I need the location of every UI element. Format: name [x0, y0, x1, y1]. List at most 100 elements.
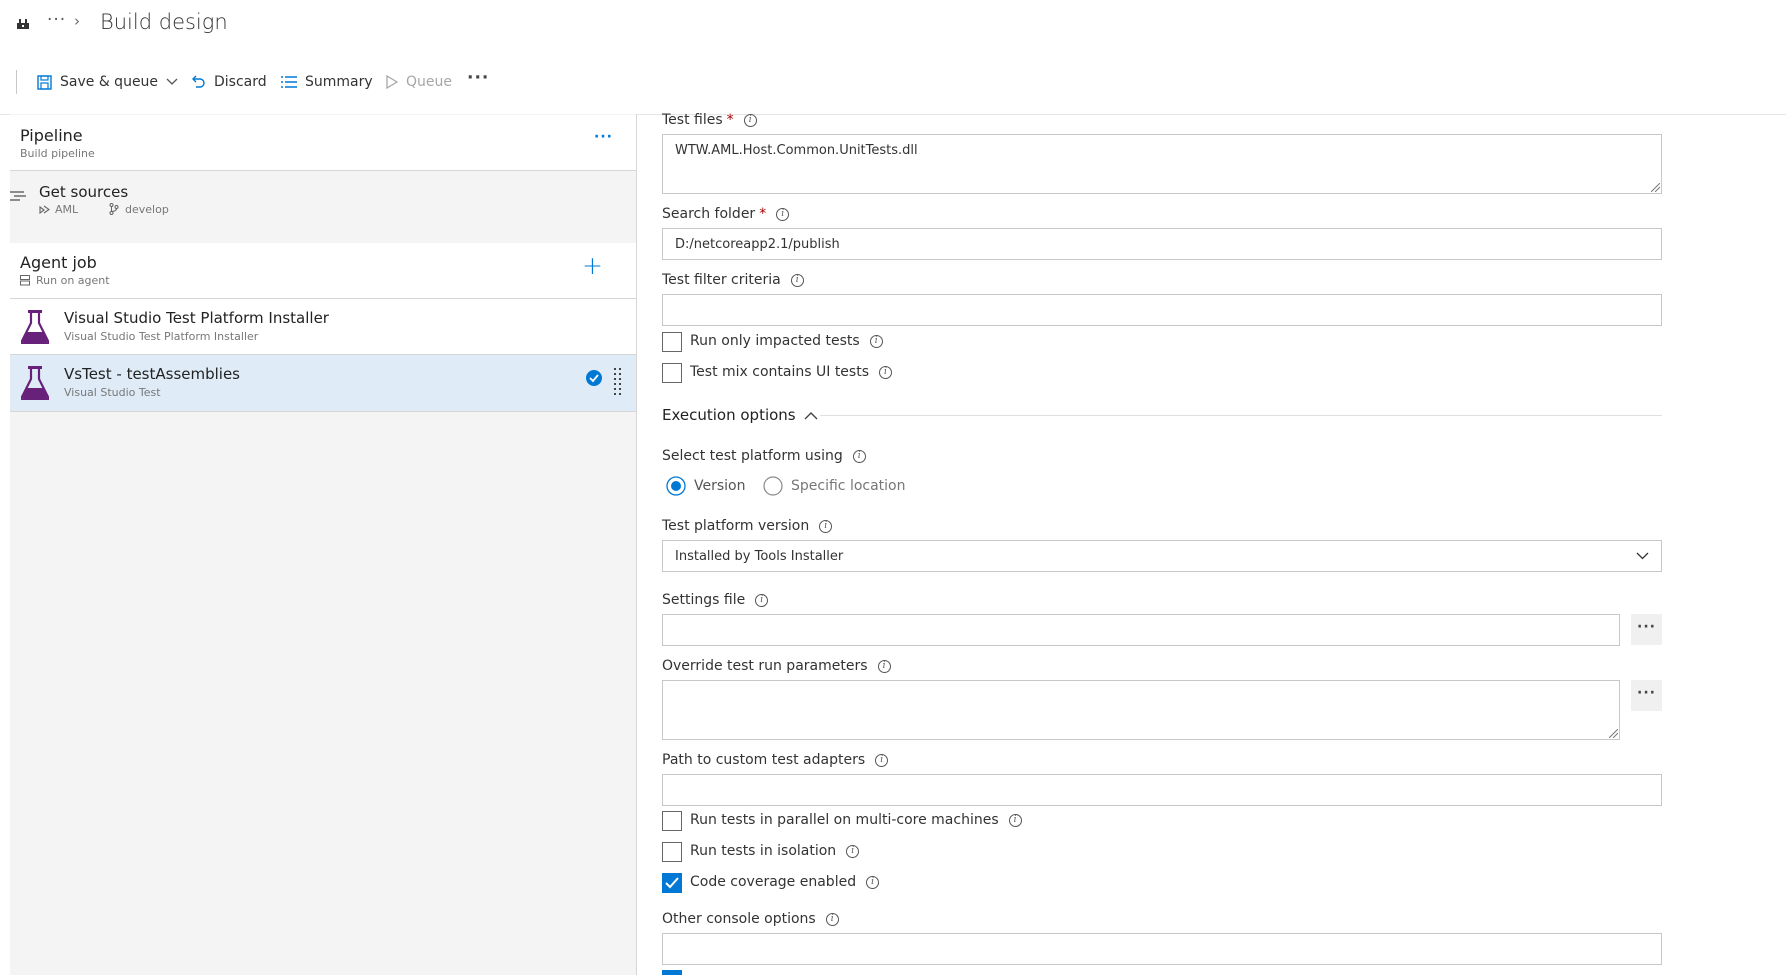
info-icon[interactable]: i [877, 659, 891, 673]
info-icon[interactable]: i [825, 912, 839, 926]
repo-icon [39, 205, 50, 215]
radio-specific-location[interactable]: Specific location [763, 476, 906, 496]
save-queue-label: Save & queue [60, 74, 159, 90]
required-mark: * [759, 206, 767, 222]
agent-job-title: Agent job [20, 253, 97, 272]
get-sources-title: Get sources [39, 183, 129, 201]
required-mark: * [726, 112, 734, 128]
run-impacted-checkbox[interactable] [662, 332, 682, 352]
console-options-input[interactable] [662, 933, 1662, 965]
save-icon [37, 74, 52, 90]
search-folder-input[interactable]: D:/netcoreapp2.1/publish [662, 228, 1662, 260]
list-icon [281, 76, 297, 88]
task-subtitle: Visual Studio Test [64, 386, 161, 399]
chevron-up-icon [804, 411, 818, 419]
build-pipeline-icon[interactable] [16, 17, 30, 31]
toolbar-divider [16, 70, 17, 94]
pipeline-header[interactable]: Pipeline Build pipeline ··· [10, 115, 636, 170]
task-title: VsTest - testAssemblies [64, 365, 241, 383]
run-impacted-label: Run only impacted tests i [690, 333, 883, 349]
isolation-checkbox[interactable] [662, 842, 682, 862]
console-options-label: Other console options i [662, 911, 839, 927]
get-sources-item[interactable]: Get sources AML develop [10, 180, 636, 220]
info-icon[interactable]: i [776, 207, 790, 221]
chevron-down-icon[interactable] [166, 78, 178, 86]
info-icon[interactable]: i [869, 334, 883, 348]
coverage-label-text: Code coverage enabled [690, 874, 857, 890]
info-icon[interactable]: i [1008, 813, 1022, 827]
branch-icon [109, 203, 119, 215]
settings-file-browse-button[interactable]: ··· [1631, 614, 1662, 645]
divider [10, 411, 636, 412]
discard-button[interactable]: Discard [191, 70, 267, 94]
task-title: Visual Studio Test Platform Installer [64, 309, 329, 327]
breadcrumb-more-icon[interactable]: ··· [47, 10, 66, 30]
play-icon [386, 75, 398, 89]
info-icon[interactable]: i [790, 273, 804, 287]
info-icon[interactable]: i [866, 875, 880, 889]
override-params-browse-button[interactable]: ··· [1631, 680, 1662, 711]
ui-tests-label: Test mix contains UI tests i [690, 364, 892, 380]
execution-options-toggle[interactable]: Execution options [662, 406, 818, 424]
queue-button[interactable]: Queue [386, 70, 452, 94]
flask-icon [21, 366, 49, 400]
settings-file-input[interactable] [662, 614, 1620, 646]
test-files-value: WTW.AML.Host.Common.UnitTests.dll [675, 143, 918, 158]
resize-grip-icon[interactable] [1651, 183, 1660, 192]
undo-icon [192, 75, 205, 88]
resize-grip-icon[interactable] [1609, 729, 1618, 738]
coverage-label: Code coverage enabled i [690, 874, 880, 890]
parallel-checkbox[interactable] [662, 811, 682, 831]
custom-adapters-input[interactable] [662, 774, 1662, 806]
more-actions-icon[interactable]: ··· [467, 68, 489, 88]
radio-specific-label: Specific location [791, 478, 906, 494]
sources-icon [10, 191, 26, 201]
info-icon[interactable]: i [743, 113, 757, 127]
agent-job-header[interactable]: Agent job Run on agent + [10, 243, 636, 298]
platform-version-select[interactable]: Installed by Tools Installer [662, 540, 1662, 572]
info-icon[interactable]: i [819, 519, 833, 533]
coverage-checkbox[interactable] [662, 873, 682, 893]
select-platform-label-text: Select test platform using [662, 448, 843, 464]
check-circle-icon [586, 370, 602, 386]
test-files-textarea[interactable]: WTW.AML.Host.Common.UnitTests.dll [662, 134, 1662, 194]
pipeline-more-icon[interactable]: ··· [594, 129, 613, 145]
summary-button[interactable]: Summary [281, 70, 373, 94]
platform-version-label: Test platform version i [662, 518, 833, 534]
ui-tests-label-text: Test mix contains UI tests [690, 364, 869, 380]
add-task-icon[interactable]: + [582, 251, 603, 280]
test-filter-input[interactable] [662, 294, 1662, 326]
test-files-label-text: Test files [662, 112, 723, 128]
task-item[interactable]: Visual Studio Test Platform Installer Vi… [10, 299, 636, 354]
info-icon[interactable]: i [875, 753, 889, 767]
ui-tests-checkbox[interactable] [662, 363, 682, 383]
parallel-label: Run tests in parallel on multi-core mach… [690, 812, 1022, 828]
drag-handle-icon[interactable] [614, 368, 622, 396]
panel-splitter[interactable] [636, 114, 637, 975]
custom-adapters-label: Path to custom test adapters i [662, 752, 889, 768]
repo-name: AML [55, 203, 79, 216]
partial-checkbox[interactable] [662, 970, 682, 975]
run-impacted-label-text: Run only impacted tests [690, 333, 860, 349]
settings-file-label: Settings file i [662, 592, 769, 608]
discard-label: Discard [214, 74, 267, 90]
radio-unselected-icon [763, 476, 783, 496]
task-item-selected[interactable]: VsTest - testAssemblies Visual Studio Te… [10, 355, 636, 411]
isolation-label-text: Run tests in isolation [690, 843, 837, 859]
pipeline-subtitle: Build pipeline [20, 147, 95, 160]
info-icon[interactable]: i [755, 593, 769, 607]
info-icon[interactable]: i [846, 844, 860, 858]
override-params-textarea[interactable] [662, 680, 1620, 740]
radio-version-label: Version [694, 478, 746, 494]
info-icon[interactable]: i [852, 449, 866, 463]
platform-version-label-text: Test platform version [662, 518, 810, 534]
chevron-down-icon [1636, 552, 1649, 560]
search-folder-label-text: Search folder [662, 206, 756, 222]
info-icon[interactable]: i [879, 365, 892, 379]
save-queue-button[interactable]: Save & queue [37, 70, 178, 94]
console-options-label-text: Other console options [662, 911, 816, 927]
search-folder-value: D:/netcoreapp2.1/publish [675, 236, 840, 252]
radio-version[interactable]: Version [666, 476, 745, 496]
test-files-label: Test files * i [662, 112, 757, 128]
execution-options-title: Execution options [662, 406, 796, 424]
